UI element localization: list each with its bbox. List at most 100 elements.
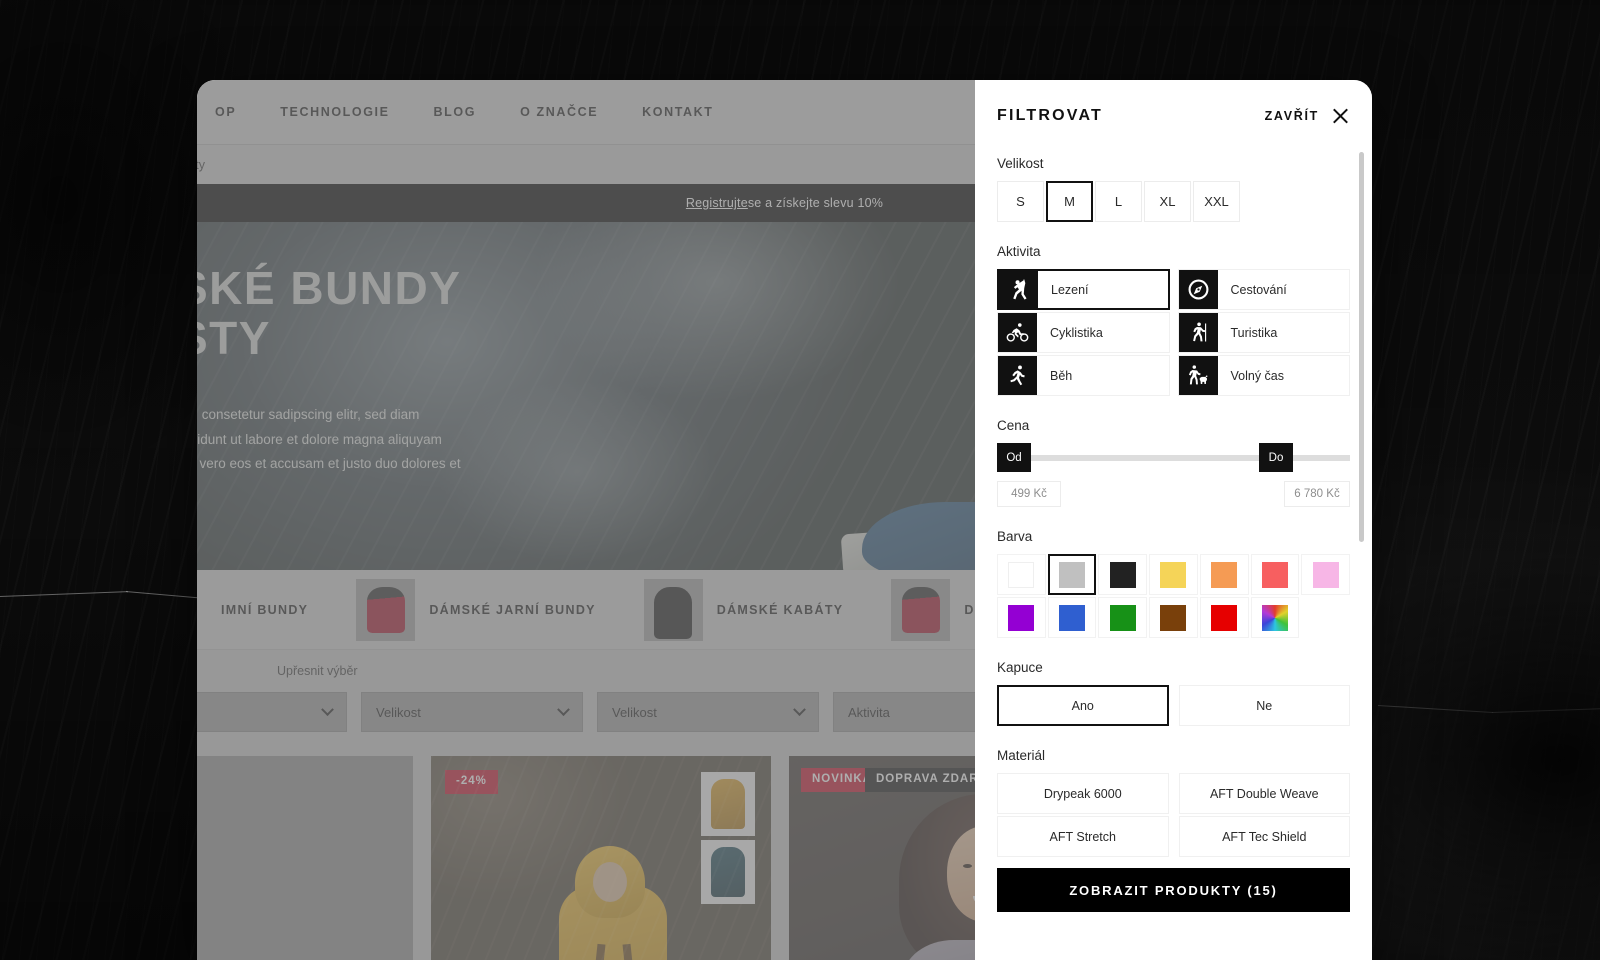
select-filter-0[interactable] [197, 692, 347, 732]
climbing-icon [999, 271, 1038, 308]
color-option-ruzova[interactable] [1301, 554, 1350, 595]
activity-option-lezeni[interactable]: Lezení [997, 269, 1170, 310]
size-option-m[interactable]: M [1046, 181, 1093, 222]
color-option-cervena[interactable] [1199, 597, 1249, 638]
activity-label: Cyklistika [1050, 325, 1103, 340]
activity-option-cestovani[interactable]: Cestování [1177, 269, 1350, 310]
color-option-oranzova[interactable] [1199, 554, 1249, 595]
swatch-teal[interactable] [701, 840, 755, 904]
select-filter-velikost-1[interactable]: Velikost [361, 692, 583, 732]
select-label: Aktivita [848, 704, 890, 720]
hero-paragraph: et, consetetur sadipscing elitr, sed dia… [197, 403, 503, 477]
jacket-thumb-icon [891, 578, 951, 641]
color-option-vicebarevna[interactable] [1250, 597, 1300, 638]
category-label: IMNÍ BUNDY [221, 602, 309, 617]
hero-para-2: nvidunt ut labore et dolore magna aliquy… [197, 431, 442, 447]
activity-option-volny-cas[interactable]: Volný čas [1177, 355, 1350, 396]
size-section-label: Velikost [997, 156, 1044, 171]
product-card[interactable] [197, 756, 413, 960]
filter-panel: FILTROVAT ZAVŘÍT Velikost S M L XL XXL A… [975, 80, 1372, 960]
color-option-modra[interactable] [1047, 597, 1097, 638]
compass-icon [1178, 270, 1218, 309]
material-option-aft-stretch[interactable]: AFT Stretch [997, 816, 1169, 857]
activity-label: Lezení [1051, 282, 1089, 297]
show-products-button[interactable]: ZOBRAZIT PRODUKTY (15) [997, 868, 1350, 912]
select-filter-velikost-2[interactable]: Velikost [597, 692, 819, 732]
price-section-label: Cena [997, 418, 1030, 433]
panel-scrollbar-thumb[interactable] [1359, 152, 1364, 542]
price-slider-handle-from[interactable]: Od [997, 443, 1031, 472]
category-item[interactable]: IMNÍ BUNDY [197, 603, 332, 617]
category-item[interactable]: DÁMSKÉ JARNÍ BUNDY [332, 578, 619, 641]
rope-line [1377, 705, 1493, 714]
slider-track[interactable] [997, 455, 1350, 461]
color-option-bila[interactable] [997, 554, 1046, 595]
activity-label: Turistika [1230, 325, 1278, 340]
size-options: S M L XL XXL [997, 181, 1350, 222]
nav-item-kontakt[interactable]: KONTAKT [620, 105, 735, 119]
promo-text: se a získejte slevu 10% [747, 196, 884, 210]
material-option-aft-tec-shield[interactable]: AFT Tec Shield [1178, 816, 1350, 857]
material-options: Drypeak 6000 AFT Double Weave AFT Stretc… [997, 773, 1350, 857]
color-option-fialova[interactable] [997, 597, 1046, 638]
select-label: Velikost [612, 704, 657, 720]
activity-label: Cestování [1230, 282, 1287, 297]
coat-thumb-icon [643, 578, 703, 641]
activity-option-turistika[interactable]: Turistika [1177, 312, 1350, 353]
color-option-zelena[interactable] [1098, 597, 1148, 638]
size-option-l[interactable]: L [1095, 181, 1142, 222]
close-filter-button[interactable]: ZAVŘÍT [1265, 106, 1350, 125]
product-image [197, 756, 413, 960]
category-item[interactable]: DÁMSKÉ KABÁTY [620, 578, 868, 641]
nav-item-shop[interactable]: OP [197, 105, 258, 119]
panel-scrollbar[interactable] [1359, 152, 1364, 864]
rope-line [0, 591, 128, 597]
color-options [997, 554, 1350, 638]
color-option-seda[interactable] [1047, 554, 1097, 595]
activity-label: Běh [1050, 368, 1073, 383]
material-option-aft-double-weave[interactable]: AFT Double Weave [1178, 773, 1350, 814]
close-label: ZAVŘÍT [1264, 108, 1319, 123]
nav-items: OP TECHNOLOGIE BLOG O ZNAČCE KONTAKT [197, 105, 736, 119]
size-option-xl[interactable]: XL [1144, 181, 1191, 222]
activity-option-cyklistika[interactable]: Cyklistika [997, 312, 1170, 353]
cycling-icon [998, 313, 1037, 352]
color-option-zluta[interactable] [1149, 554, 1198, 595]
hiking-icon [1178, 313, 1218, 352]
rope-line [1491, 708, 1600, 713]
discount-badge: -24% [445, 770, 498, 794]
color-option-cerna[interactable] [1098, 554, 1148, 595]
hood-options: Ano Ne [997, 685, 1350, 726]
price-to-field[interactable]: 6 780 Kč [1284, 481, 1350, 507]
size-option-s[interactable]: S [997, 181, 1044, 222]
close-icon [1331, 106, 1350, 125]
jacket-thumb-icon [356, 578, 416, 641]
color-option-koralova[interactable] [1250, 554, 1300, 595]
nav-item-blog[interactable]: BLOG [412, 105, 499, 119]
price-from-field[interactable]: 499 Kč [997, 481, 1061, 507]
nav-item-o-znacce[interactable]: O ZNAČCE [498, 105, 620, 119]
chevron-down-icon [793, 702, 806, 716]
filter-cta-wrap: ZOBRAZIT PRODUKTY (15) [997, 868, 1350, 912]
hero-para-3: At vero eos et accusam et justo duo dolo… [197, 456, 461, 472]
color-option-hneda[interactable] [1149, 597, 1198, 638]
promo-register-link[interactable]: Registrujte [686, 196, 748, 210]
price-slider-handle-to[interactable]: Do [1259, 443, 1293, 472]
swatch-yellow[interactable] [701, 772, 755, 836]
price-range-slider[interactable]: Od Do [997, 443, 1350, 473]
product-color-swatches [701, 772, 755, 904]
activity-options: Lezení Cestování Cyklistika Turistika Bě… [997, 269, 1350, 396]
category-label: DÁMSKÉ KABÁTY [716, 602, 844, 617]
hood-option-ano[interactable]: Ano [997, 685, 1169, 726]
chevron-down-icon [321, 702, 334, 716]
select-label: Velikost [376, 704, 421, 720]
activity-section-label: Aktivita [997, 244, 1041, 259]
hood-option-ne[interactable]: Ne [1178, 685, 1350, 726]
size-option-xxl[interactable]: XXL [1193, 181, 1240, 222]
activity-option-beh[interactable]: Běh [997, 355, 1170, 396]
nav-item-technologie[interactable]: TECHNOLOGIE [258, 105, 411, 119]
material-option-drypeak-6000[interactable]: Drypeak 6000 [997, 773, 1169, 814]
product-card[interactable]: -24% [431, 756, 771, 960]
price-fields: 499 Kč 6 780 Kč [997, 481, 1350, 507]
filter-panel-body: Velikost S M L XL XXL Aktivita Lezení Ce… [975, 144, 1372, 878]
